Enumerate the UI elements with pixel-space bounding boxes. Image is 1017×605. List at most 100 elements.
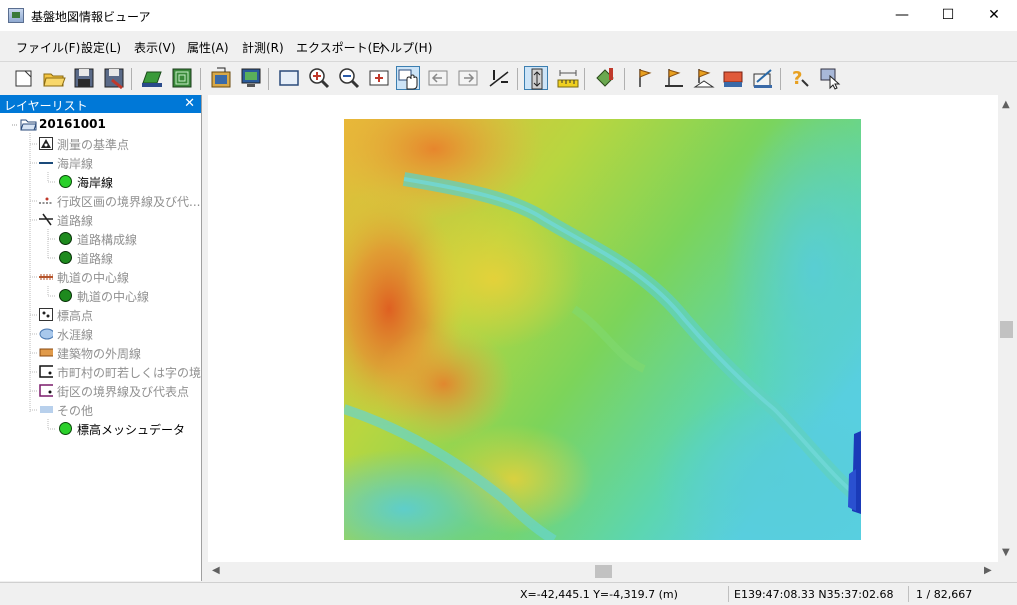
layer-item-label: その他 [57,404,94,418]
help-icon[interactable]: ? [788,66,812,90]
print-icon[interactable] [140,66,164,90]
layer-item[interactable]: 道路線 [0,248,200,267]
green-circle-icon [59,175,72,188]
measure-vertical-icon[interactable] [524,66,548,90]
layer-item[interactable]: 水涯線 [0,324,200,343]
layer-item-label: 建築物の外周線 [57,347,142,361]
dark-green-circle-icon [59,232,72,245]
layer-item[interactable]: 街区の境界線及び代表点 [0,381,200,400]
other-icon [40,406,53,413]
title-bar: 基盤地図情報ビューア — ☐ ✕ [0,0,1017,31]
scale-1-icon[interactable] [487,66,511,90]
layer-item[interactable]: 市町村の町若しくは字の境... [0,362,212,381]
measure-ruler-icon[interactable] [556,66,580,90]
layer-item-label: 市町村の町若しくは字の境... [57,366,213,380]
import-icon[interactable] [209,66,233,90]
layer-list-title: レイヤーリスト [4,99,88,113]
menu-export[interactable]: エクスポート(E) [296,39,385,56]
dark-green-circle-icon [59,289,72,302]
bucket-icon[interactable] [593,66,617,90]
menu-view[interactable]: 表示(V) [134,39,176,56]
scroll-right-icon[interactable]: ▶ [984,565,992,576]
layer-item-label: 海岸線 [57,157,94,171]
layer-item[interactable]: 標高メッシュデータ [0,419,200,438]
layer-item[interactable]: 建築物の外周線 [0,343,200,362]
vertical-scroll-thumb[interactable] [1000,321,1013,338]
save-icon[interactable] [72,66,96,90]
road-line-icon [39,213,53,226]
zoom-out-icon[interactable] [337,66,361,90]
layer-item-label: 道路線 [57,214,94,228]
layer-item[interactable]: 測量の基準点 [0,134,200,153]
layer-item-label: 街区の境界線及び代表点 [57,385,190,399]
scroll-up-icon[interactable]: ▲ [1002,99,1010,110]
full-extent-icon[interactable] [277,66,301,90]
town-boundary-icon [39,365,53,378]
tree-root[interactable]: 20161001 [0,115,200,134]
export-1-icon[interactable] [721,66,745,90]
layer-item[interactable]: 海岸線 [0,172,200,191]
menu-file[interactable]: ファイル(F) [16,39,80,56]
window-title: 基盤地図情報ビューア [31,10,151,24]
menu-attributes[interactable]: 属性(A) [187,39,229,56]
query-icon[interactable] [818,66,842,90]
layer-item-label: 海岸線 [77,176,114,190]
layer-item[interactable]: その他 [0,400,200,419]
layer-item[interactable]: 行政区画の境界線及び代... [0,191,200,210]
menu-settings[interactable]: 設定(L) [81,39,121,56]
elevation-point-icon [39,308,53,321]
display-icon[interactable] [239,66,263,90]
close-icon[interactable]: ✕ [184,96,195,111]
horizontal-scroll-thumb[interactable] [595,565,612,578]
status-scale: 1 / 82,667 [916,588,973,601]
zoom-box-icon[interactable] [367,66,391,90]
save-as-icon[interactable] [102,66,126,90]
export-2-icon[interactable] [751,66,775,90]
triangle-point-icon [39,137,53,150]
flag-2-icon[interactable] [662,66,686,90]
flag-1-icon[interactable] [632,66,656,90]
new-icon[interactable] [12,66,36,90]
layers-icon[interactable] [170,66,194,90]
forward-icon[interactable] [456,66,480,90]
layer-item-label: 標高メッシュデータ [77,423,186,437]
toolbar: ? [0,62,1017,95]
building-icon [39,348,53,357]
app-icon [8,8,24,23]
scroll-left-icon[interactable]: ◀ [212,565,220,576]
svg-text:?: ? [792,68,802,89]
layer-item-label: 軌道の中心線 [57,271,130,285]
menu-measure[interactable]: 計測(R) [242,39,284,56]
layer-item[interactable]: 道路線 [0,210,200,229]
rail-line-icon [39,274,53,280]
tree-root-label: 20161001 [39,117,106,131]
layer-item[interactable]: 道路構成線 [0,229,200,248]
elevation-map[interactable] [344,119,861,540]
scroll-down-icon[interactable]: ▼ [1002,547,1010,558]
layer-item[interactable]: 海岸線 [0,153,200,172]
status-bar: X=-42,445.1 Y=-4,319.7 (m) E139:47:08.33… [0,582,1017,605]
map-view[interactable] [208,95,998,562]
menu-bar: ファイル(F) 設定(L) 表示(V) 属性(A) 計測(R) エクスポート(E… [0,31,1017,62]
flag-3-icon[interactable] [692,66,716,90]
water-icon [39,328,53,340]
pan-hand-icon[interactable] [396,66,420,90]
zoom-in-icon[interactable] [307,66,331,90]
layer-item-label: 測量の基準点 [57,138,130,152]
layer-item-label: 軌道の中心線 [77,290,150,304]
menu-help[interactable]: ヘルプ(H) [378,39,432,56]
close-button[interactable]: ✕ [971,0,1017,31]
layer-list-header: レイヤーリスト ✕ [0,95,201,113]
green-circle-icon [59,422,72,435]
layer-item-label: 水涯線 [57,328,94,342]
maximize-button[interactable]: ☐ [925,0,971,31]
layer-item[interactable]: 軌道の中心線 [0,267,200,286]
horizontal-scrollbar[interactable]: ◀ ▶ [208,562,998,581]
boundary-line-icon [39,197,53,204]
open-folder-icon[interactable] [42,66,66,90]
vertical-scrollbar[interactable]: ▲ ▼ [998,95,1015,562]
layer-item[interactable]: 標高点 [0,305,200,324]
minimize-button[interactable]: — [879,0,925,31]
back-icon[interactable] [426,66,450,90]
layer-item[interactable]: 軌道の中心線 [0,286,200,305]
